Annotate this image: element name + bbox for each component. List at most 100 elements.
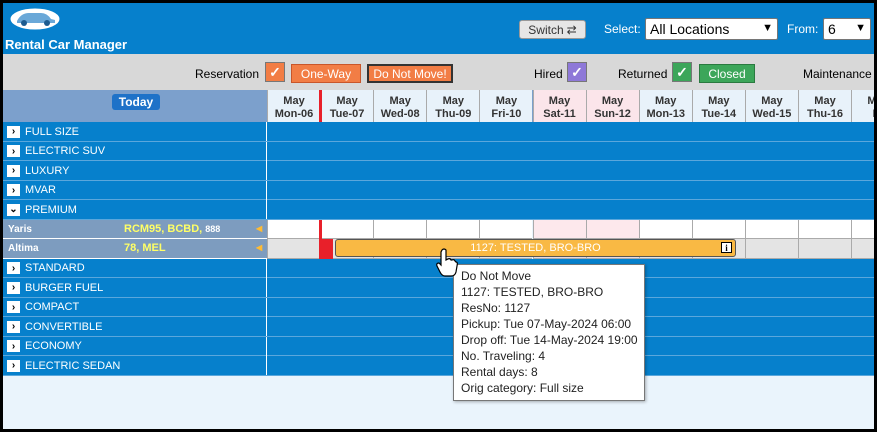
category-label: LUXURY bbox=[25, 164, 70, 177]
schedule-cell[interactable] bbox=[426, 219, 480, 239]
day-month: May bbox=[601, 95, 624, 107]
vehicle-units: 78, MEL bbox=[124, 242, 166, 254]
expand-icon[interactable]: › bbox=[7, 125, 20, 138]
schedule-cell[interactable] bbox=[744, 219, 798, 239]
category-row[interactable]: › ELECTRIC SEDAN bbox=[3, 356, 874, 376]
schedule-cell[interactable] bbox=[585, 219, 639, 239]
day-month: May bbox=[495, 95, 518, 107]
schedule-cell[interactable] bbox=[851, 219, 874, 239]
day-label: Thu-09 bbox=[435, 108, 472, 120]
schedule-cell[interactable] bbox=[798, 219, 851, 239]
vehicle-row: Yaris RCM95, BCBD, 888 ◀ bbox=[3, 219, 874, 239]
expand-icon[interactable]: › bbox=[7, 301, 20, 313]
tooltip-line: 1127: TESTED, BRO-BRO bbox=[461, 285, 604, 299]
category-name-cell: › FULL SIZE bbox=[3, 122, 267, 141]
expand-icon[interactable]: › bbox=[7, 184, 20, 196]
from-select-value: 6 bbox=[828, 21, 836, 37]
expand-icon[interactable]: › bbox=[7, 262, 20, 274]
from-select[interactable]: 6 ▼ bbox=[823, 18, 871, 40]
expand-icon[interactable]: › bbox=[7, 164, 20, 177]
schedule-cell[interactable] bbox=[691, 219, 745, 239]
expand-icon[interactable]: › bbox=[7, 340, 20, 352]
category-row[interactable]: › FULL SIZE bbox=[3, 122, 874, 142]
category-row[interactable]: › LUXURY bbox=[3, 161, 874, 181]
day-column-header: May Fri-10 bbox=[479, 90, 533, 122]
day-column-header: May Wed-08 bbox=[373, 90, 427, 122]
category-row[interactable]: › ECONOMY bbox=[3, 336, 874, 356]
category-name-cell: › MVAR bbox=[3, 180, 267, 200]
scroll-left-icon[interactable]: ◀ bbox=[256, 224, 262, 233]
vehicle-name-cell: Altima 78, MEL ◀ bbox=[3, 239, 267, 259]
category-label: BURGER FUEL bbox=[25, 281, 104, 294]
returned-checkbox[interactable]: ✓ bbox=[672, 62, 692, 82]
category-label: ELECTRIC SUV bbox=[25, 145, 106, 157]
category-label: ELECTRIC SEDAN bbox=[25, 359, 121, 372]
expand-icon[interactable]: › bbox=[7, 359, 20, 372]
timeline-header: Today May Mon-06 May Tue-07 May Wed-08 May Thu-… bbox=[3, 90, 874, 122]
expand-icon[interactable]: › bbox=[7, 320, 20, 333]
vehicle-units: RCM95, BCBD, 888 bbox=[124, 222, 221, 235]
schedule-cell[interactable] bbox=[638, 219, 692, 239]
category-label: MVAR bbox=[25, 184, 56, 196]
day-label: Tue-14 bbox=[701, 108, 737, 120]
schedule-cell[interactable] bbox=[267, 239, 320, 259]
day-label: Sat-11 bbox=[543, 108, 576, 120]
schedule-cell[interactable] bbox=[532, 219, 586, 239]
day-label: Wed-08 bbox=[380, 108, 420, 120]
category-name-cell: › CONVERTIBLE bbox=[3, 317, 267, 336]
day-column-header: May Thu-09 bbox=[426, 90, 480, 122]
booking-bar[interactable]: 1127: TESTED, BRO-BRO i bbox=[335, 239, 736, 257]
day-label: Fr bbox=[852, 108, 874, 121]
category-label: FULL SIZE bbox=[25, 125, 79, 138]
app-title: Rental Car Manager bbox=[5, 37, 128, 52]
location-select[interactable]: All Locations ▼ bbox=[645, 18, 778, 40]
day-month: May bbox=[867, 95, 874, 107]
switch-label: Switch bbox=[528, 22, 564, 37]
location-select-value: All Locations bbox=[650, 21, 730, 37]
booking-label: 1127: TESTED, BRO-BRO bbox=[470, 242, 601, 254]
today-button[interactable]: Today bbox=[112, 94, 160, 110]
day-label: Mon-13 bbox=[646, 108, 685, 120]
vehicle-unit-extra: 888 bbox=[205, 223, 221, 234]
switch-button[interactable]: Switch ⇄ bbox=[519, 20, 586, 39]
schedule-cell[interactable] bbox=[479, 219, 533, 239]
category-row[interactable]: › COMPACT bbox=[3, 297, 874, 317]
collapse-icon[interactable]: ⌄ bbox=[7, 203, 20, 216]
legend-maintenance-label: Maintenance bbox=[803, 67, 872, 81]
hired-checkbox[interactable]: ✓ bbox=[567, 62, 587, 82]
tooltip-line: Orig category: Full size bbox=[461, 381, 584, 395]
today-marker bbox=[319, 239, 333, 259]
schedule-cell[interactable] bbox=[798, 239, 851, 259]
day-label: Wed-15 bbox=[752, 108, 792, 120]
schedule-cell[interactable] bbox=[851, 239, 874, 259]
today-marker bbox=[319, 90, 322, 122]
day-label: Sun-12 bbox=[594, 108, 631, 120]
expand-icon[interactable]: › bbox=[7, 281, 20, 294]
day-month: May bbox=[654, 95, 677, 107]
tooltip-line: No. Traveling: 4 bbox=[461, 349, 546, 363]
reservation-checkbox[interactable]: ✓ bbox=[265, 62, 285, 82]
category-row[interactable]: › MVAR bbox=[3, 180, 874, 200]
category-row[interactable]: › CONVERTIBLE bbox=[3, 317, 874, 337]
tooltip-line: Rental days: 8 bbox=[461, 365, 538, 379]
info-icon[interactable]: i bbox=[721, 242, 732, 253]
scroll-left-icon[interactable]: ◀ bbox=[256, 243, 262, 252]
day-month: May bbox=[548, 95, 571, 107]
day-column-header: May Sat-11 bbox=[532, 90, 586, 122]
category-row[interactable]: ⌄ PREMIUM bbox=[3, 200, 874, 220]
category-label: PREMIUM bbox=[25, 203, 77, 216]
schedule-cell[interactable] bbox=[744, 239, 798, 259]
schedule-cell[interactable] bbox=[267, 219, 320, 239]
top-bar: Rental Car Manager Switch ⇄ Select: All … bbox=[3, 3, 874, 54]
category-row[interactable]: › ELECTRIC SUV bbox=[3, 141, 874, 161]
legend-returned-label: Returned bbox=[618, 67, 668, 81]
category-name-cell: › LUXURY bbox=[3, 161, 267, 180]
day-month: May bbox=[389, 95, 411, 107]
expand-icon[interactable]: › bbox=[7, 145, 20, 157]
category-name-cell: › BURGER FUEL bbox=[3, 278, 267, 297]
day-label: Thu-16 bbox=[806, 108, 844, 120]
day-month: May bbox=[336, 95, 358, 107]
day-column-header: May Tue-07 bbox=[320, 90, 374, 122]
schedule-cell[interactable] bbox=[320, 219, 374, 239]
schedule-cell[interactable] bbox=[373, 219, 427, 239]
